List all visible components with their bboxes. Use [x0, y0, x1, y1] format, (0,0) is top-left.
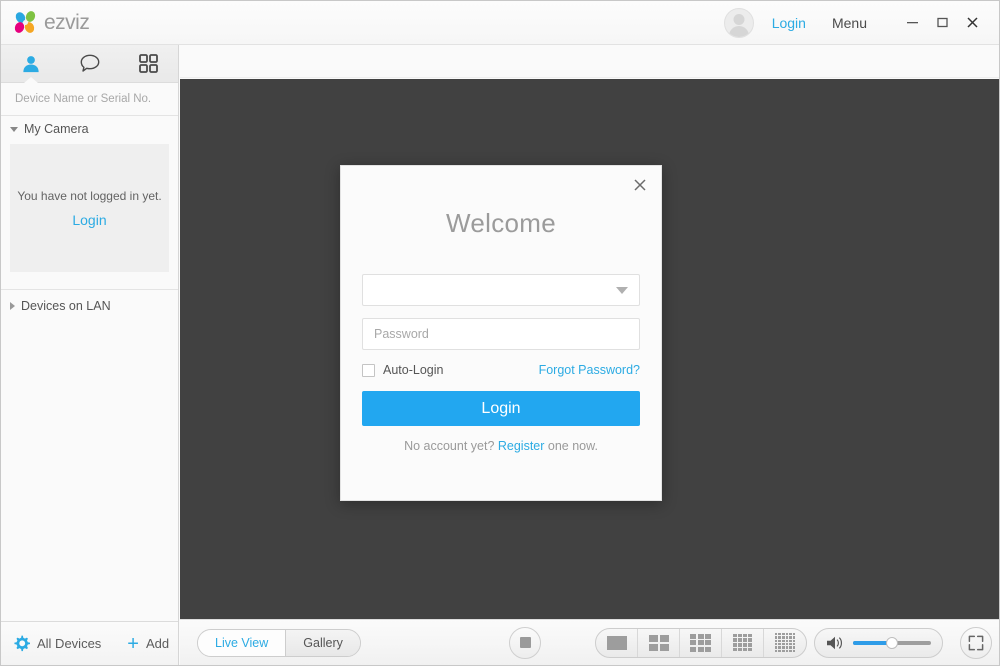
my-camera-empty-state: You have not logged in yet. Login [10, 144, 169, 272]
password-input[interactable] [374, 327, 628, 341]
sidebar-tab-messages[interactable] [60, 45, 119, 82]
gear-icon [13, 635, 30, 652]
chevron-down-icon [10, 127, 18, 132]
volume-slider-knob[interactable] [886, 637, 898, 649]
sidebar-section-label: Devices on LAN [21, 299, 111, 313]
main-top-strip [180, 45, 999, 78]
avatar[interactable] [724, 8, 754, 38]
register-prompt: No account yet? Register one now. [341, 439, 661, 453]
password-field[interactable] [362, 318, 640, 350]
fullscreen-icon [968, 635, 984, 651]
grid-apps-icon [139, 54, 158, 73]
layout-6x6-button[interactable] [764, 629, 806, 657]
minimize-icon[interactable] [897, 8, 927, 38]
ezviz-logo-icon [15, 11, 41, 35]
all-devices-label: All Devices [37, 636, 101, 651]
close-icon[interactable] [957, 8, 987, 38]
login-dialog: Welcome Auto-Login Forgot Password? Logi… [340, 165, 662, 501]
auto-login-checkbox[interactable]: Auto-Login [362, 363, 443, 377]
title-bar: ezviz Login Menu [1, 1, 999, 45]
maximize-icon[interactable] [927, 8, 957, 38]
brand-name: ezviz [44, 11, 89, 35]
chevron-right-icon [10, 302, 15, 310]
sidebar-section-devices-on-lan[interactable]: Devices on LAN [1, 293, 178, 319]
device-search-row[interactable] [1, 83, 178, 116]
ezviz-application-window: ezviz Login Menu [0, 0, 1000, 666]
sidebar-tab-bar [1, 45, 178, 83]
sidebar: My Camera You have not logged in yet. Lo… [1, 45, 179, 665]
stop-all-button[interactable] [509, 627, 541, 659]
search-input[interactable] [15, 93, 169, 105]
tab-gallery[interactable]: Gallery [286, 630, 360, 656]
forgot-password-link[interactable]: Forgot Password? [539, 363, 640, 377]
layout-1x1-button[interactable] [596, 629, 638, 657]
register-prefix: No account yet? [404, 439, 498, 453]
register-link[interactable]: Register [498, 439, 545, 453]
login-button[interactable]: Login [362, 391, 640, 426]
chat-bubble-icon [80, 54, 100, 73]
fullscreen-button[interactable] [960, 627, 992, 659]
username-field[interactable] [362, 274, 640, 306]
sidebar-tab-devices[interactable] [1, 45, 60, 82]
layout-selector [595, 628, 807, 658]
sidebar-tab-apps[interactable] [119, 45, 178, 82]
sidebar-login-link[interactable]: Login [72, 212, 106, 228]
layout-2x2-button[interactable] [638, 629, 680, 657]
add-label: Add [146, 636, 169, 651]
volume-slider-track[interactable] [853, 641, 931, 645]
layout-1x1-icon [607, 636, 627, 650]
all-devices-button[interactable]: All Devices [13, 635, 101, 652]
register-suffix: one now. [544, 439, 598, 453]
sidebar-section-my-camera[interactable]: My Camera [1, 116, 178, 142]
layout-6x6-icon [775, 633, 796, 652]
chevron-down-icon[interactable] [616, 287, 628, 294]
add-device-button[interactable]: + Add [127, 636, 169, 651]
dialog-title: Welcome [341, 208, 661, 239]
options-row: Auto-Login Forgot Password? [362, 363, 640, 377]
titlebar-menu-button[interactable]: Menu [832, 15, 867, 31]
layout-2x2-icon [649, 635, 669, 651]
checkbox-box-icon[interactable] [362, 364, 375, 377]
sidebar-spacer [1, 319, 178, 621]
layout-4x4-button[interactable] [722, 629, 764, 657]
auto-login-label: Auto-Login [383, 363, 443, 377]
titlebar-login-link[interactable]: Login [772, 15, 806, 31]
plus-icon: + [127, 637, 139, 651]
sidebar-section-label: My Camera [24, 122, 89, 136]
layout-3x3-icon [690, 634, 711, 652]
sidebar-divider [1, 289, 178, 290]
playback-toolbar: Live View Gallery [180, 619, 999, 665]
app-logo: ezviz [15, 11, 89, 35]
tab-live-view[interactable]: Live View [198, 630, 286, 656]
layout-3x3-button[interactable] [680, 629, 722, 657]
stop-icon [520, 637, 531, 648]
title-bar-controls: Login Menu [724, 1, 999, 44]
speaker-icon[interactable] [826, 635, 844, 651]
person-icon [22, 55, 40, 73]
sidebar-footer: All Devices + Add [1, 621, 178, 665]
empty-state-text: You have not logged in yet. [17, 189, 161, 203]
layout-4x4-icon [733, 634, 753, 652]
volume-control [814, 628, 943, 658]
username-input[interactable] [374, 283, 616, 297]
close-icon[interactable] [628, 173, 652, 197]
view-mode-tabs: Live View Gallery [197, 629, 361, 657]
